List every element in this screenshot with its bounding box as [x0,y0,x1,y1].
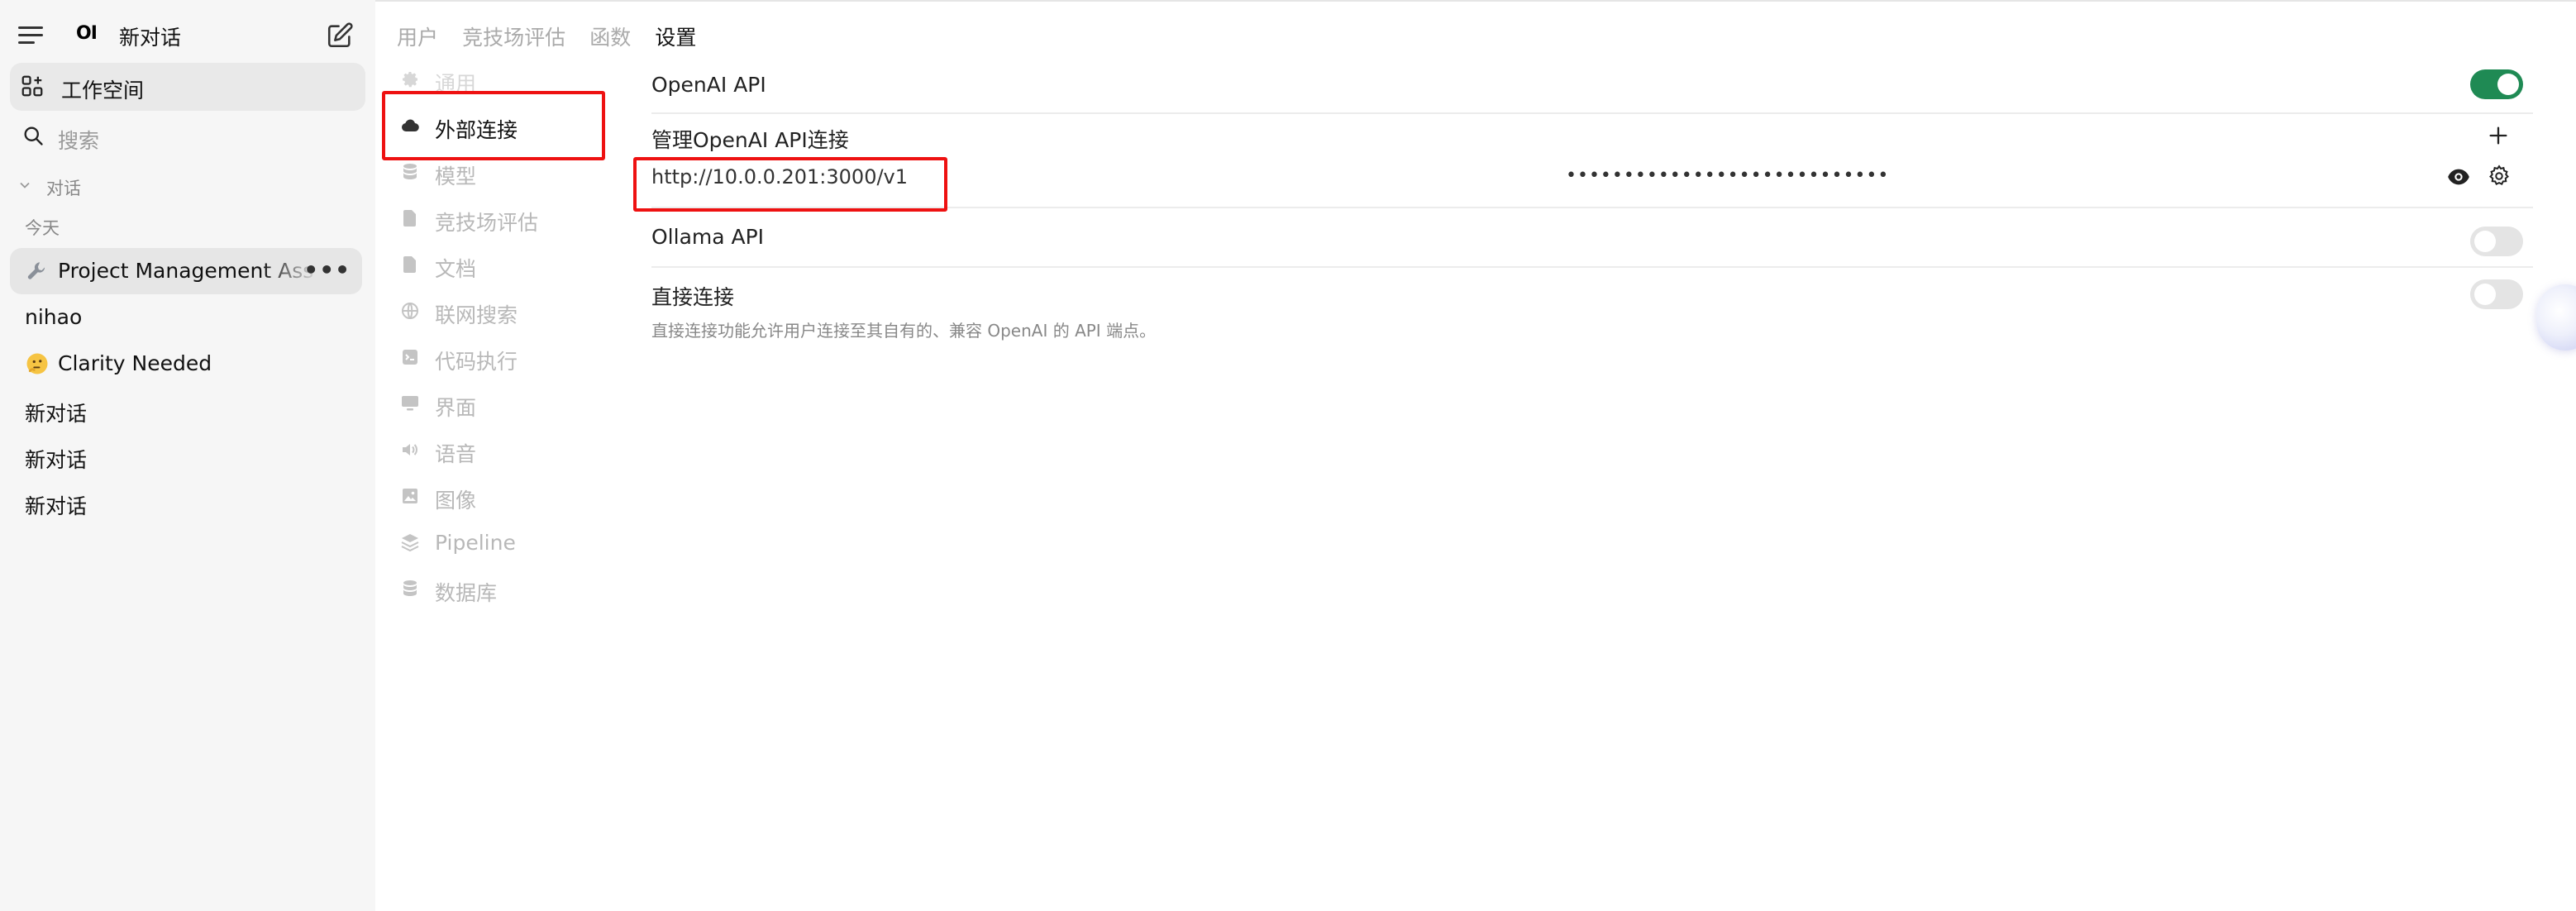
top-border [0,0,2576,2]
nav-label: 界面 [435,396,477,420]
nav-label: 图像 [435,489,477,513]
search-box[interactable]: 搜索 [10,114,365,159]
highlight-box-nav [382,91,605,160]
chat-title: Clarity Needed [58,351,212,375]
connection-settings-icon[interactable] [2487,164,2512,188]
database-icon [403,164,417,179]
chat-item[interactable]: 新对话 [10,387,362,433]
direct-connection-toggle[interactable] [2470,279,2523,309]
sidebar-title[interactable]: 新对话 [119,21,181,51]
settings-nav-code-execution[interactable]: 代码执行 [382,336,605,380]
highlight-box-url [633,157,947,212]
folder-label: 对话 [46,179,81,198]
document-icon [403,256,416,273]
gear-icon [403,72,417,88]
settings-nav-images[interactable]: 图像 [382,475,605,519]
chat-item[interactable]: nihao [10,294,362,341]
tab-functions[interactable]: 函数 [589,21,631,51]
nav-label: 文档 [435,257,477,281]
app-logo: OI [76,23,98,44]
thinking-face-icon [26,353,48,374]
settings-nav-database[interactable]: 数据库 [382,567,605,612]
chat-item[interactable]: Clarity Needed [10,341,362,387]
settings-nav-interface[interactable]: 界面 [382,382,605,427]
chat-item[interactable]: 新对话 [10,479,362,526]
search-input[interactable]: 搜索 [58,125,99,155]
document-icon [403,210,416,227]
floating-assistant-orb[interactable] [2536,284,2576,351]
nav-label: 竞技场评估 [435,211,539,235]
nav-label: 模型 [435,165,477,188]
sidebar: OI 新对话 工作空间 搜索 对话 今天 Project Management … [0,0,375,911]
tab-users[interactable]: 用户 [397,21,438,51]
nav-label: 语音 [435,442,477,466]
nav-label: Pipeline [435,531,516,555]
direct-connection-description: 直接连接功能允许用户连接至其自有的、兼容 OpenAI 的 API 端点。 [651,321,1157,341]
wrench-icon [27,262,45,279]
image-icon [403,489,417,503]
tab-settings[interactable]: 设置 [655,21,696,51]
new-chat-icon[interactable] [326,21,354,50]
admin-tabs: 用户 竞技场评估 函数 设置 [397,21,716,55]
manage-openai-label: 管理OpenAI API连接 [651,128,849,152]
api-key-field[interactable]: •••••••••••••••••••••••••••• [1566,165,1889,186]
divider [651,112,2533,114]
chat-title: nihao [25,305,83,329]
database-icon [403,580,417,596]
chat-title: 新对话 [25,402,88,426]
menu-icon[interactable] [18,25,43,45]
openai-api-toggle[interactable] [2470,69,2523,99]
eye-icon[interactable] [2447,167,2470,187]
workspace-icon [21,75,43,97]
date-group-label: 今天 [25,218,60,238]
settings-nav-web-search[interactable]: 联网搜索 [382,289,605,334]
settings-nav-documents[interactable]: 文档 [382,243,605,288]
chat-title: 新对话 [25,448,88,472]
settings-nav-pipelines[interactable]: Pipeline [382,521,605,565]
speaker-icon [403,444,417,456]
monitor-icon [402,396,418,411]
chat-item[interactable]: Project Management Ass ••• [10,248,362,294]
ollama-api-label: Ollama API [651,225,765,249]
layers-icon [401,534,419,552]
globe-icon [402,303,418,319]
tab-arena-evaluation[interactable]: 竞技场评估 [462,21,565,51]
settings-nav-arena[interactable]: 竞技场评估 [382,197,605,241]
chat-item[interactable]: 新对话 [10,433,362,479]
chat-title: 新对话 [25,494,88,518]
ollama-api-toggle[interactable] [2470,227,2523,256]
nav-label: 数据库 [435,581,498,605]
terminal-icon [403,350,417,365]
openai-api-label: OpenAI API [651,73,766,97]
divider [651,266,2533,268]
chevron-down-icon [20,182,30,188]
workspace-button[interactable]: 工作空间 [10,63,365,111]
more-options-icon[interactable]: ••• [303,256,351,284]
settings-nav-audio[interactable]: 语音 [382,428,605,473]
nav-label: 代码执行 [435,350,518,374]
workspace-label: 工作空间 [61,79,145,103]
direct-connection-label: 直接连接 [651,285,735,309]
add-connection-icon[interactable] [2487,124,2510,147]
search-icon [24,126,43,145]
nav-label: 联网搜索 [435,303,518,327]
